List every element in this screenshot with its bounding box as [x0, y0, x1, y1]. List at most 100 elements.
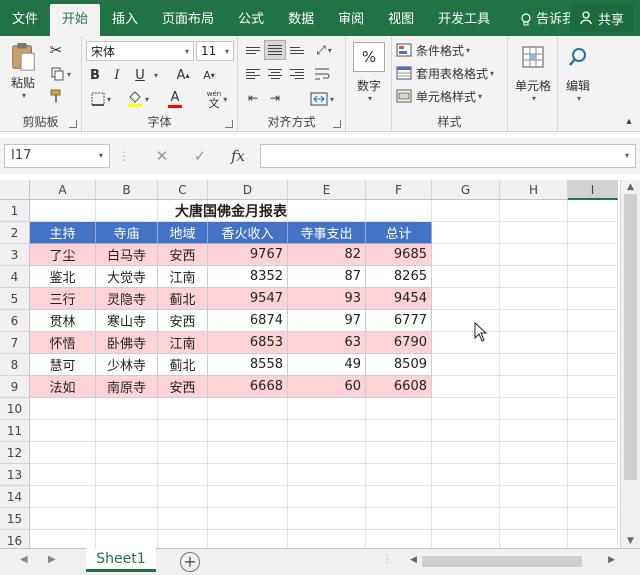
cell-i4[interactable]	[568, 266, 618, 288]
font-name-combo[interactable]: 宋体 ▾	[86, 41, 194, 61]
share-button[interactable]: 共享	[570, 4, 634, 32]
row-header-4[interactable]: 4	[0, 266, 30, 288]
cell-h12[interactable]	[500, 442, 568, 464]
table-cell[interactable]: 江南	[158, 266, 208, 288]
cell-h8[interactable]	[500, 354, 568, 376]
cell-c14[interactable]	[158, 486, 208, 508]
cell-h13[interactable]	[500, 464, 568, 486]
cell-h11[interactable]	[500, 420, 568, 442]
table-cell[interactable]: 安西	[158, 376, 208, 398]
scroll-right-icon[interactable]: ▶	[608, 555, 615, 565]
insert-function-button[interactable]: fx	[220, 144, 256, 168]
table-cell[interactable]: 6668	[208, 376, 288, 398]
cell-f14[interactable]	[366, 486, 432, 508]
cell-d15[interactable]	[208, 508, 288, 530]
cell-b12[interactable]	[96, 442, 158, 464]
cell-i13[interactable]	[568, 464, 618, 486]
table-cell[interactable]: 87	[288, 266, 366, 288]
formula-input[interactable]: ▾	[260, 144, 636, 168]
cell-e10[interactable]	[288, 398, 366, 420]
column-header-i[interactable]: I	[568, 180, 618, 200]
table-cell[interactable]: 6608	[366, 376, 432, 398]
table-header-cell[interactable]: 总计	[366, 222, 432, 244]
cancel-entry-button[interactable]: ✕	[144, 144, 180, 168]
row-header-8[interactable]: 8	[0, 354, 30, 376]
cell-i14[interactable]	[568, 486, 618, 508]
row-header-7[interactable]: 7	[0, 332, 30, 354]
cell-h9[interactable]	[500, 376, 568, 398]
cell-c12[interactable]	[158, 442, 208, 464]
table-cell[interactable]: 法如	[30, 376, 96, 398]
cell-h7[interactable]	[500, 332, 568, 354]
cell-d13[interactable]	[208, 464, 288, 486]
table-cell[interactable]: 三行	[30, 288, 96, 310]
editing-dropdown[interactable]: ▾	[558, 92, 598, 104]
cell-g6[interactable]	[432, 310, 500, 332]
cells-dropdown[interactable]: ▾	[508, 92, 558, 104]
table-cell[interactable]: 少林寺	[96, 354, 158, 376]
cell-g5[interactable]	[432, 288, 500, 310]
cell-h16[interactable]	[500, 530, 568, 548]
table-cell[interactable]: 蓟北	[158, 354, 208, 376]
cell-i11[interactable]	[568, 420, 618, 442]
scroll-up-icon[interactable]: ▲	[621, 182, 640, 192]
table-cell[interactable]: 鉴北	[30, 266, 96, 288]
orientation-button[interactable]: ⤢ ▾	[310, 40, 338, 60]
table-cell[interactable]: 8558	[208, 354, 288, 376]
cell-g7[interactable]	[432, 332, 500, 354]
cell-i9[interactable]	[568, 376, 618, 398]
table-cell[interactable]: 9685	[366, 244, 432, 266]
cell-f12[interactable]	[366, 442, 432, 464]
cell-f15[interactable]	[366, 508, 432, 530]
tab-page-layout[interactable]: 页面布局	[150, 4, 226, 36]
horizontal-scrollbar[interactable]: ◀ ▶	[410, 554, 615, 569]
wrap-text-button[interactable]	[312, 66, 332, 82]
cell-e12[interactable]	[288, 442, 366, 464]
row-header-16[interactable]: 16	[0, 530, 30, 548]
cell-g14[interactable]	[432, 486, 500, 508]
align-center-button[interactable]	[266, 66, 284, 82]
cell-h1[interactable]	[500, 200, 568, 222]
table-cell[interactable]: 9454	[366, 288, 432, 310]
phonetic-button[interactable]: wén 文 ▾	[200, 88, 234, 110]
cell-g2[interactable]	[432, 222, 500, 244]
scroll-left-icon[interactable]: ◀	[410, 555, 417, 565]
cell-h10[interactable]	[500, 398, 568, 420]
cell-g10[interactable]	[432, 398, 500, 420]
merge-center-button[interactable]: ▾	[304, 90, 340, 108]
column-header-b[interactable]: B	[96, 180, 158, 200]
italic-button[interactable]: I	[108, 66, 126, 84]
cell-b10[interactable]	[96, 398, 158, 420]
column-header-h[interactable]: H	[500, 180, 568, 200]
row-header-6[interactable]: 6	[0, 310, 30, 332]
cell-c15[interactable]	[158, 508, 208, 530]
cell-g15[interactable]	[432, 508, 500, 530]
cell-c16[interactable]	[158, 530, 208, 548]
tab-developer[interactable]: 开发工具	[426, 4, 502, 36]
tab-view[interactable]: 视图	[376, 4, 426, 36]
row-header-14[interactable]: 14	[0, 486, 30, 508]
cell-h3[interactable]	[500, 244, 568, 266]
table-cell[interactable]: 49	[288, 354, 366, 376]
row-header-13[interactable]: 13	[0, 464, 30, 486]
paste-button[interactable]: 粘贴 ▾	[6, 42, 40, 100]
cell-a14[interactable]	[30, 486, 96, 508]
row-header-12[interactable]: 12	[0, 442, 30, 464]
cell-a16[interactable]	[30, 530, 96, 548]
cells-button[interactable]	[517, 42, 549, 72]
cell-h5[interactable]	[500, 288, 568, 310]
horizontal-scroll-thumb[interactable]	[422, 556, 582, 567]
cell-i6[interactable]	[568, 310, 618, 332]
cell-i7[interactable]	[568, 332, 618, 354]
cell-a12[interactable]	[30, 442, 96, 464]
cell-d12[interactable]	[208, 442, 288, 464]
table-cell[interactable]: 93	[288, 288, 366, 310]
dialog-launcher-icon[interactable]	[225, 120, 233, 128]
cell-i3[interactable]	[568, 244, 618, 266]
tab-file[interactable]: 文件	[0, 4, 50, 36]
align-right-button[interactable]	[288, 66, 306, 82]
table-cell[interactable]: 60	[288, 376, 366, 398]
cell-i10[interactable]	[568, 398, 618, 420]
cell-e16[interactable]	[288, 530, 366, 548]
cell-g3[interactable]	[432, 244, 500, 266]
